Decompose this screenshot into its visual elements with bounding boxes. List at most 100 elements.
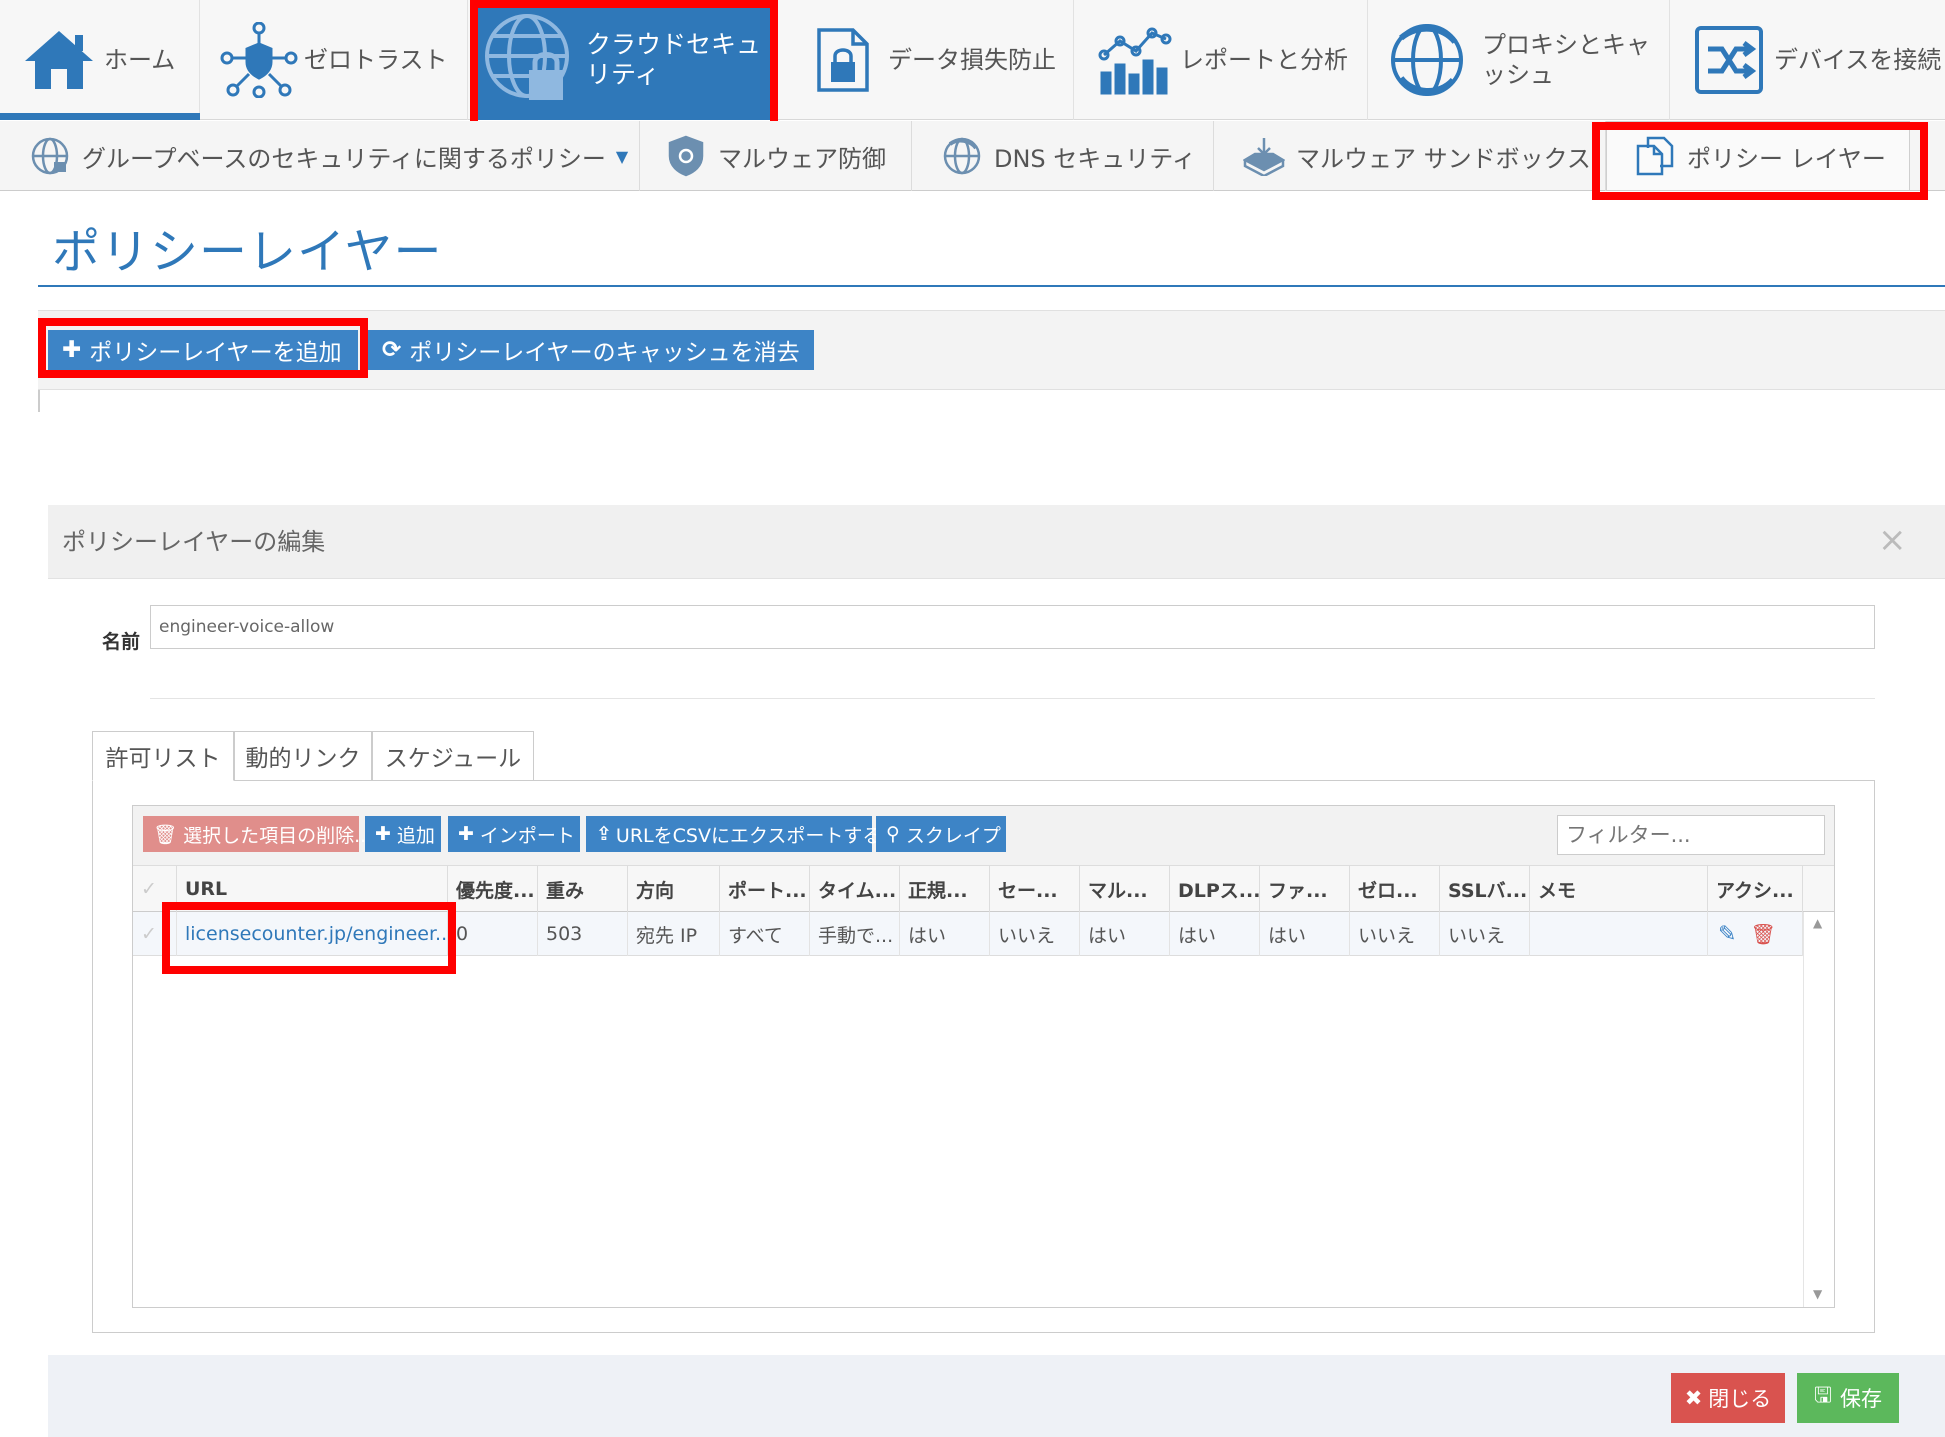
globe-lock-icon [476,14,586,105]
scroll-up-icon[interactable]: ▲ [1813,916,1822,930]
zero-trust-network-icon [214,15,304,105]
home-icon [14,15,104,105]
subnav-malware-protection[interactable]: マルウェア防御 [640,121,912,191]
filter-input[interactable] [1557,815,1825,855]
divider [38,390,40,412]
delete-selected-button[interactable]: 🗑 選択した項目の削除... [143,816,372,852]
modal-title: ポリシーレイヤーの編集 [62,528,326,556]
subnav-policy-layer[interactable]: ポリシー レイヤー [1606,121,1910,191]
col-weight[interactable]: 重み [538,866,628,912]
col-port[interactable]: ポート... [720,866,810,912]
row-url-link[interactable]: licensecounter.jp/engineer... [177,912,448,956]
row-direction: 宛先 IP [628,912,720,956]
floppy-save-icon: 🖫 [1814,1382,1832,1407]
col-regex[interactable]: 正規... [900,866,990,912]
col-dlp[interactable]: DLPス... [1170,866,1260,912]
subnav-sandbox-label: マルウェア サンドボックス [1296,144,1591,173]
clear-cache-label: ポリシーレイヤーのキャッシュを消去 [409,340,800,366]
import-button[interactable]: ✚ インポート [448,816,580,852]
name-label: 名前 [102,631,141,653]
pencil-edit-icon[interactable]: ✎ [1718,922,1736,947]
row-dlp: はい [1170,912,1260,956]
layers-copy-icon [1633,134,1677,178]
row-checkbox[interactable]: ✓ [133,912,177,956]
col-ssl[interactable]: SSLバ... [1440,866,1530,912]
refresh-icon: ⟳ [382,337,402,363]
search-icon: ⚲ [886,823,900,845]
export-csv-button[interactable]: ⇪ URLをCSVにエクスポートする [586,816,881,852]
header-spacer [1803,866,1834,912]
plus-icon: ✚ [62,337,82,363]
col-zero-trust[interactable]: ゼロ... [1350,866,1440,912]
scrape-button[interactable]: ⚲ スクレイプ [876,816,1006,852]
subnav-malware-sandbox[interactable]: マルウェア サンドボックス [1214,121,1606,191]
row-actions: ✎ 🗑 [1708,912,1803,956]
col-time[interactable]: タイム... [810,866,900,912]
nav-zero-trust[interactable]: ゼロトラスト [200,0,468,120]
row-safe: いいえ [990,912,1080,956]
nav-data-loss-prevention[interactable]: データ損失防止 [778,0,1074,120]
row-file: はい [1260,912,1350,956]
nav-cloud-security-label: クラウドセキュ リティ [586,30,762,89]
top-navigation: ホーム ゼロトラスト クラウドセキュ リティ データ損失防止 レポートと分析 プ… [0,0,1945,120]
nav-home-label: ホーム [104,46,176,74]
trash-icon[interactable]: 🗑 [1750,922,1775,946]
row-time: 手動で... [810,912,900,956]
biohazard-shield-icon [664,134,708,178]
add-policy-layer-label: ポリシーレイヤーを追加 [89,340,342,366]
col-file[interactable]: ファ... [1260,866,1350,912]
scroll-down-icon[interactable]: ▼ [1813,1287,1822,1301]
close-button-label: 閉じる [1708,1387,1772,1411]
close-icon: ✖ [1684,1386,1703,1410]
form-divider [150,698,1875,699]
subnav-group-policy[interactable]: グループベースのセキュリティに関するポリシー ▼ [0,121,640,191]
nav-connect-devices[interactable]: デバイスを接続 [1672,0,1945,120]
nav-devices-label: デバイスを接続 [1774,46,1942,74]
add-url-button[interactable]: ✚ 追加 [365,816,441,852]
subnav-malware-label: マルウェア防御 [718,144,886,173]
subnav-dns-label: DNS セキュリティ [994,144,1196,173]
close-button[interactable]: ✖ 閉じる [1671,1373,1785,1423]
nav-proxy-cache[interactable]: プロキシとキャ ッシュ [1370,0,1670,120]
dns-globe-icon [940,134,984,178]
row-priority: 0 [448,912,538,956]
nav-home[interactable]: ホーム [0,0,200,120]
globe-icon [28,134,72,178]
page-title: ポリシーレイヤー [52,224,443,280]
row-ssl: いいえ [1440,912,1530,956]
col-memo[interactable]: メモ [1530,866,1708,912]
close-icon[interactable]: × [1878,520,1907,560]
clear-cache-button[interactable]: ⟳ ポリシーレイヤーのキャッシュを消去 [368,330,814,370]
tab-dynamic-links[interactable]: 動的リンク [234,731,372,781]
select-all-checkbox[interactable]: ✓ [133,866,177,912]
grid-scrollbar[interactable]: ▲ ▼ [1803,912,1834,1307]
subnav-dns-security[interactable]: DNS セキュリティ [912,121,1214,191]
row-weight: 503 [538,912,628,956]
subnav-group-policy-label: グループベースのセキュリティに関するポリシー [82,144,606,173]
col-safe[interactable]: セー... [990,866,1080,912]
sandbox-tray-icon [1242,134,1286,178]
subnav-policy-layer-label: ポリシー レイヤー [1687,144,1886,173]
save-button[interactable]: 🖫 保存 [1797,1373,1899,1423]
col-malware[interactable]: マル... [1080,866,1170,912]
nav-cloud-security[interactable]: クラウドセキュ リティ [470,0,776,120]
nav-reports[interactable]: レポートと分析 [1076,0,1368,120]
add-policy-layer-button[interactable]: ✚ ポリシーレイヤーを追加 [48,330,358,370]
row-zero-trust: いいえ [1350,912,1440,956]
col-direction[interactable]: 方向 [628,866,720,912]
caret-down-icon: ▼ [615,146,629,166]
upload-icon: ⇪ [596,823,612,845]
row-port: すべて [720,912,810,956]
nav-reports-label: レポートと分析 [1180,46,1348,74]
name-input[interactable] [150,605,1875,649]
col-actions[interactable]: アクシ... [1708,866,1803,912]
tab-allow-list[interactable]: 許可リスト [92,731,234,781]
col-priority[interactable]: 優先度... [448,866,538,912]
col-url[interactable]: URL [177,866,448,912]
tab-schedule[interactable]: スケジュール [372,731,534,781]
plus-icon: ✚ [375,823,391,845]
bar-chart-icon [1090,15,1180,105]
title-divider [38,285,1945,287]
scrape-label: スクレイプ [905,824,1001,847]
export-csv-label: URLをCSVにエクスポートする [615,824,882,847]
